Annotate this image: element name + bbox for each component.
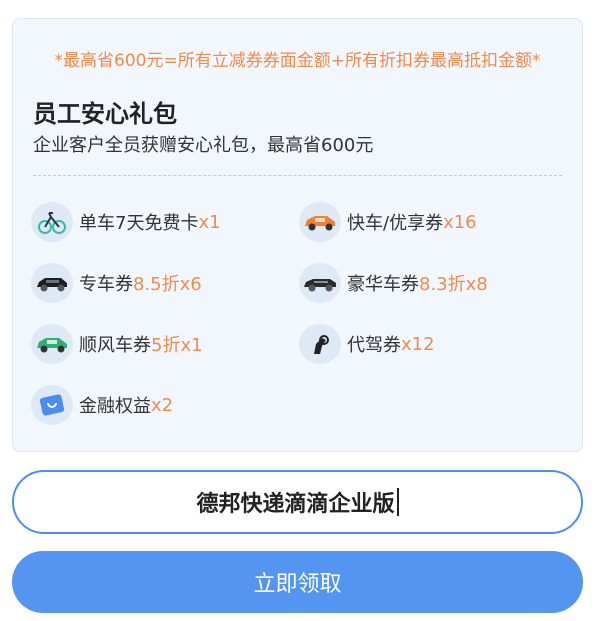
card-icon — [31, 385, 73, 425]
benefit-name: 专车券 — [79, 274, 133, 295]
company-name-value: 德邦快递滴滴企业版 — [196, 492, 395, 517]
benefit-name: 代驾券 — [347, 335, 401, 356]
benefit-value: 8.3折x8 — [419, 274, 488, 295]
benefit-item-express: 快车/优享券 x16 — [299, 202, 477, 242]
package-title: 员工安心礼包 — [33, 100, 177, 128]
text-caret — [396, 488, 399, 516]
gift-package-card: *最高省600元=所有立减券券面金额+所有折扣券最高抵扣金额* 员工安心礼包 企… — [12, 18, 583, 452]
benefit-value: x2 — [151, 394, 174, 416]
claim-button[interactable]: 立即领取 — [12, 551, 583, 613]
benefit-name: 金融权益 — [79, 396, 151, 417]
benefit-item-luxury: 豪华车券 8.3折x8 — [299, 263, 488, 303]
green-car-icon — [31, 324, 73, 364]
benefit-value: 8.5折x6 — [133, 274, 202, 295]
benefit-item-carpool: 顺风车券 5折x1 — [31, 324, 203, 364]
benefit-name: 顺风车券 — [79, 335, 151, 356]
benefit-value: x12 — [401, 333, 435, 355]
savings-note: *最高省600元=所有立减券券面金额+所有折扣券最高抵扣金额* — [54, 51, 541, 71]
package-description: 企业客户全员获赠安心礼包，最高省600元 — [33, 135, 374, 156]
benefit-item-bike: 单车7天免费卡 x1 — [31, 202, 221, 242]
black-car-icon — [31, 263, 73, 303]
benefit-item-premier: 专车券 8.5折x6 — [31, 263, 202, 303]
benefit-value: x1 — [198, 211, 221, 233]
company-name-input[interactable]: 德邦快递滴滴企业版 — [12, 470, 583, 534]
benefit-name: 快车/优享券 — [347, 213, 444, 234]
dashed-divider — [33, 175, 562, 176]
bicycle-icon — [31, 202, 73, 242]
steering-hand-icon — [299, 324, 341, 364]
orange-car-icon — [299, 202, 341, 242]
benefit-item-chauffeur: 代驾券 x12 — [299, 324, 435, 364]
benefit-value: x16 — [443, 211, 477, 233]
benefit-name: 豪华车券 — [347, 274, 419, 295]
benefit-name: 单车7天免费卡 — [79, 213, 199, 234]
luxury-car-icon — [299, 263, 341, 303]
benefit-value: 5折x1 — [151, 335, 203, 356]
benefit-item-finance: 金融权益 x2 — [31, 385, 173, 425]
